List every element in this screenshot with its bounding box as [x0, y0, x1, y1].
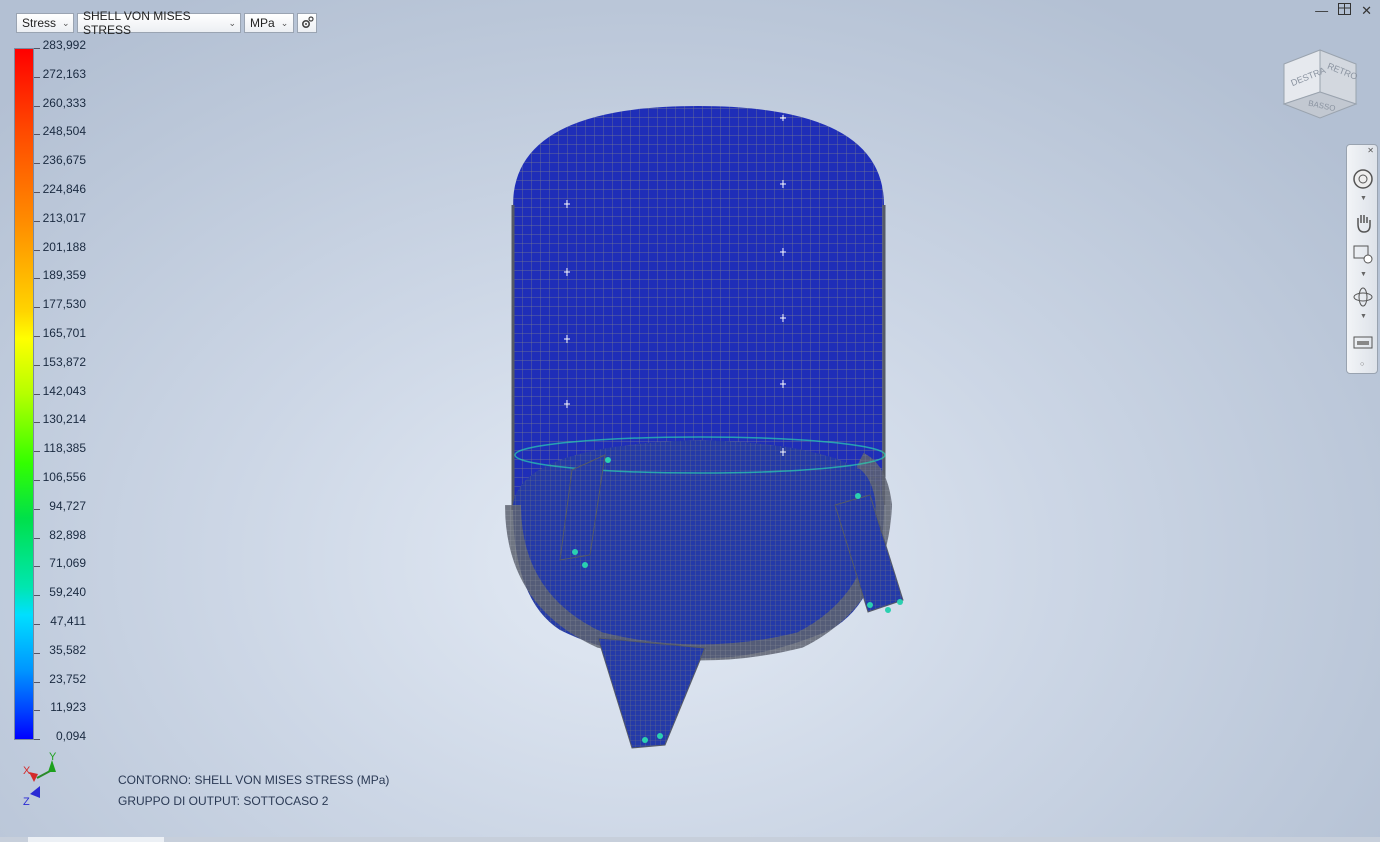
gear-icon — [301, 16, 314, 29]
legend-value: 71,069 — [49, 556, 86, 571]
legend-tick — [34, 163, 40, 165]
steering-wheel-icon — [1353, 169, 1373, 189]
legend-color-bar — [14, 48, 34, 740]
pan-hand-icon — [1357, 215, 1371, 233]
result-type-dropdown[interactable]: Stress ⌄ — [16, 13, 74, 33]
chevron-down-icon: ⌄ — [62, 17, 70, 28]
orbit-icon — [1353, 287, 1373, 307]
close-icon[interactable]: ✕ — [1367, 146, 1374, 155]
axis-z-label: Z — [23, 796, 30, 808]
window-controls: — ✕ — [1315, 3, 1372, 19]
support-leg-center — [597, 637, 706, 749]
legend-tick — [34, 48, 40, 49]
settings-button[interactable] — [297, 13, 317, 33]
legend-value: 94,727 — [49, 498, 86, 513]
chevron-down-icon[interactable]: ▼ — [1360, 271, 1367, 278]
legend-tick — [34, 480, 40, 481]
zoom-window-icon — [1353, 245, 1373, 264]
chevron-down-icon[interactable]: ▼ — [1360, 195, 1367, 202]
legend-tick — [34, 220, 40, 222]
legend-value: 130,214 — [42, 412, 86, 427]
legend-value: 260,333 — [42, 95, 86, 110]
legend-tick — [34, 739, 40, 741]
legend-tick — [34, 624, 40, 625]
chevron-down-icon[interactable]: ○ — [1360, 361, 1364, 368]
legend-value: 189,359 — [42, 268, 86, 283]
legend-value: 59,240 — [49, 585, 86, 600]
legend-value: 142,043 — [42, 383, 86, 398]
minimize-icon[interactable]: — — [1315, 3, 1328, 19]
legend-tick — [34, 710, 40, 712]
legend-tick — [34, 652, 40, 654]
result-toolbar: Stress ⌄ SHELL VON MISES STRESS ⌄ MPa ⌄ — [16, 9, 317, 37]
chevron-down-icon: ⌄ — [280, 17, 289, 28]
close-icon[interactable]: ✕ — [1361, 3, 1372, 19]
legend-value: 177,530 — [42, 297, 86, 312]
axis-y-label: Y — [49, 751, 57, 763]
legend-value: 201,188 — [42, 239, 86, 254]
legend-tick — [34, 307, 40, 309]
component-value: SHELL VON MISES STRESS — [83, 9, 191, 37]
pan-button[interactable] — [1351, 211, 1375, 235]
legend-value: 47,411 — [50, 614, 86, 628]
legend-value: 213,017 — [42, 210, 86, 225]
look-at-icon — [1353, 336, 1373, 349]
legend-value: 248,504 — [42, 124, 86, 139]
legend-value: 153,872 — [42, 354, 86, 369]
chevron-down-icon[interactable]: ▼ — [1360, 313, 1367, 320]
legend-value: 224,846 — [42, 182, 86, 196]
restore-icon[interactable] — [1338, 3, 1352, 15]
legend-tick — [34, 278, 40, 280]
legend-tick — [34, 422, 40, 424]
legend-tick — [34, 134, 40, 136]
legend-tick — [34, 105, 40, 107]
result-type-value: Stress — [22, 16, 57, 30]
legend-value: 106,556 — [42, 470, 86, 484]
legend-value: 0,094 — [55, 729, 86, 744]
legend-value: 283,992 — [42, 38, 86, 52]
legend-value: 236,675 — [42, 153, 86, 168]
component-dropdown[interactable]: SHELL VON MISES STRESS ⌄ — [77, 9, 241, 37]
axis-triad: X Y Z — [23, 751, 57, 808]
legend-tick — [34, 393, 40, 395]
output-group-caption: GRUPPO DI OUTPUT: SOTTOCASO 2 — [118, 794, 329, 808]
zoom-window-button[interactable] — [1351, 243, 1375, 267]
units-value: MPa — [250, 16, 275, 30]
legend-tick — [34, 364, 40, 366]
orbit-button[interactable] — [1351, 285, 1375, 309]
legend-tick — [34, 192, 40, 193]
units-dropdown[interactable]: MPa ⌄ — [244, 13, 294, 33]
legend-tick — [34, 681, 40, 683]
navigation-bar: ✕ ▼ ▼ ▼ ○ — [1346, 144, 1378, 374]
legend-value: 82,898 — [49, 527, 86, 542]
legend-value: 11,923 — [50, 700, 86, 715]
legend-tick — [34, 76, 40, 78]
legend-value: 23,752 — [49, 671, 86, 686]
contour-caption: CONTORNO: SHELL VON MISES STRESS (MPa) — [118, 773, 390, 787]
legend-value: 118,385 — [43, 441, 87, 456]
legend-tick — [34, 249, 40, 251]
legend-tick — [34, 566, 40, 568]
axis-x-label: X — [23, 765, 31, 777]
legend-tick — [34, 508, 40, 510]
model-viewport[interactable] — [480, 95, 920, 765]
legend-tick — [34, 451, 40, 453]
legend-value: 35,582 — [49, 642, 86, 657]
legend-value: 272,163 — [42, 66, 86, 81]
steering-wheel-button[interactable] — [1351, 167, 1375, 191]
view-cube[interactable]: DESTRA RETRO BASSO — [1282, 42, 1360, 122]
legend-tick — [34, 537, 40, 539]
legend-tick — [34, 595, 40, 597]
chevron-down-icon: ⌄ — [228, 17, 236, 28]
legend-tick — [34, 336, 40, 337]
look-at-button[interactable] — [1351, 328, 1375, 352]
bottom-strip — [0, 837, 1380, 842]
legend-value: 165,701 — [42, 326, 86, 340]
